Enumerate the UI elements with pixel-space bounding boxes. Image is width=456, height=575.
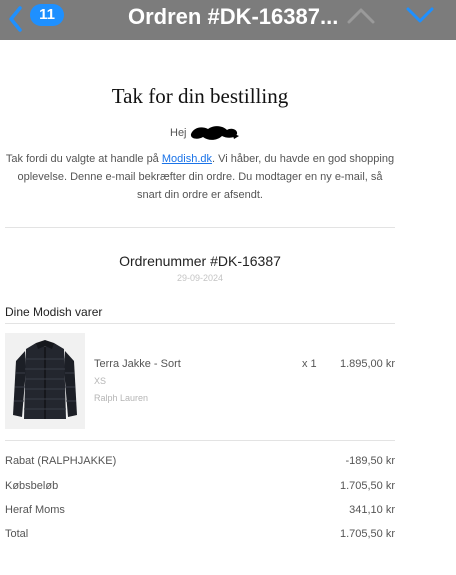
chevron-up-icon xyxy=(345,8,377,30)
redacted-name-scribble xyxy=(188,124,240,142)
summary-divider xyxy=(5,440,395,441)
message-subject-title: Ordren #DK-16387... xyxy=(128,4,338,29)
next-message-button[interactable] xyxy=(404,4,436,31)
product-quantity: x 1 xyxy=(302,358,317,370)
product-price: 1.895,00 kr xyxy=(339,358,395,370)
summary-row-discount: Rabat (RALPHJAKKE) -189,50 kr xyxy=(5,455,395,471)
summary-value: 1.705,50 kr xyxy=(339,480,395,492)
product-size: XS xyxy=(94,376,107,386)
product-image[interactable] xyxy=(5,333,85,429)
summary-label: Rabat (RALPHJAKKE) xyxy=(5,455,117,467)
summary-value: 1.705,50 kr xyxy=(339,528,395,540)
previous-message-button[interactable] xyxy=(345,4,377,31)
unread-count-badge[interactable]: 11 xyxy=(30,4,64,26)
order-date: 29-09-2024 xyxy=(176,273,224,283)
chevron-left-icon xyxy=(6,4,24,34)
summary-label: Total xyxy=(5,528,29,540)
items-heading: Dine Modish varer xyxy=(5,305,103,319)
summary-row-purchase-amount: Købsbeløb 1.705,50 kr xyxy=(5,480,395,496)
intro-paragraph: Tak fordi du valgte at handle på Modish.… xyxy=(4,150,396,204)
chevron-down-icon xyxy=(404,7,436,30)
intro-text-start: Tak fordi du valgte at handle på xyxy=(5,153,162,165)
summary-value: -189,50 kr xyxy=(345,455,395,467)
email-heading: Tak for din bestilling xyxy=(111,84,289,108)
summary-label: Heraf Moms xyxy=(5,504,65,516)
product-name[interactable]: Terra Jakke - Sort xyxy=(94,358,181,370)
summary-row-vat: Heraf Moms 341,10 kr xyxy=(5,504,395,520)
navigation-bar: 11 Ordren #DK-16387... xyxy=(0,0,456,40)
product-brand: Ralph Lauren xyxy=(94,393,149,403)
order-number: Ordrenummer #DK-16387 xyxy=(119,253,281,269)
modish-link[interactable]: Modish.dk xyxy=(162,153,212,165)
black-puffer-jacket-image xyxy=(5,333,85,433)
summary-label: Købsbeløb xyxy=(5,480,59,492)
summary-row-total: Total 1.705,50 kr xyxy=(5,528,395,544)
items-divider xyxy=(5,323,395,324)
section-divider xyxy=(5,227,395,228)
summary-value: 341,10 kr xyxy=(349,504,395,516)
greeting-text: Hej xyxy=(170,127,187,139)
